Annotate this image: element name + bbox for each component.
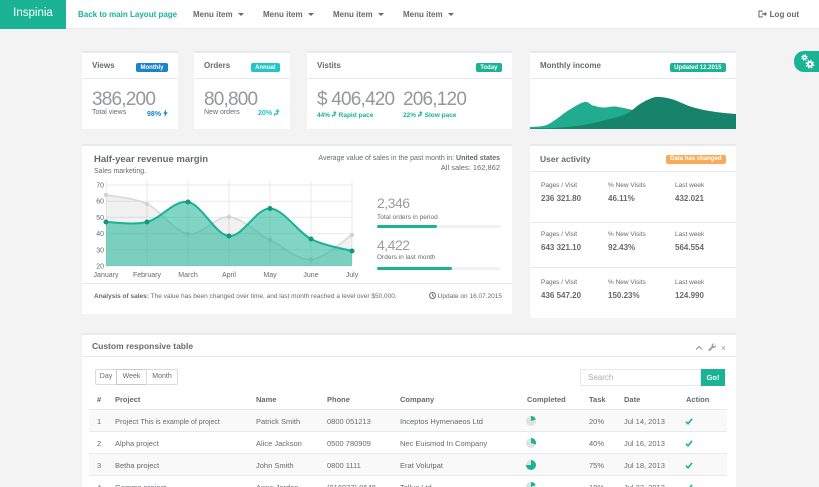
svg-text:March: March [178, 272, 198, 279]
svg-text:May: May [263, 272, 277, 279]
svg-text:February: February [133, 272, 162, 279]
svg-text:July: July [346, 272, 359, 279]
svg-text:60: 60 [96, 199, 104, 206]
svg-text:January: January [94, 272, 119, 279]
svg-text:April: April [222, 272, 236, 279]
svg-text:50: 50 [96, 215, 104, 222]
svg-text:30: 30 [96, 247, 104, 254]
svg-text:20: 20 [96, 264, 104, 271]
svg-text:70: 70 [96, 183, 104, 190]
svg-text:40: 40 [96, 231, 104, 238]
svg-text:June: June [303, 272, 318, 279]
